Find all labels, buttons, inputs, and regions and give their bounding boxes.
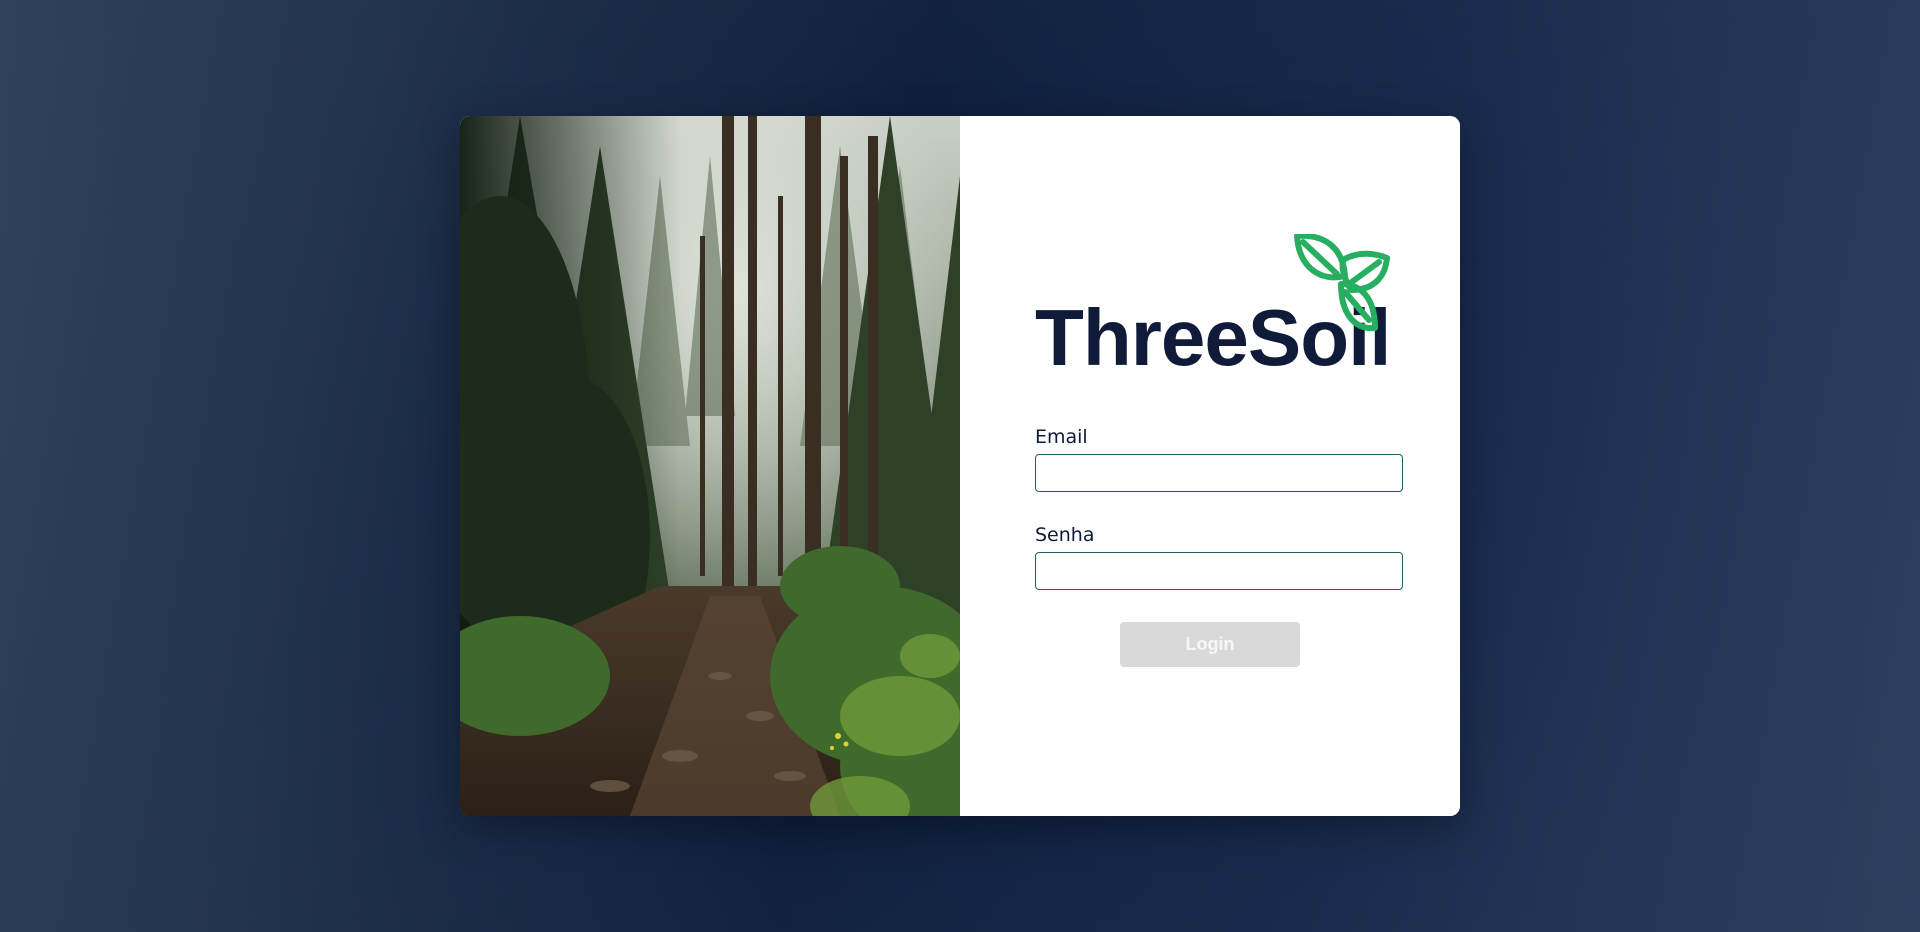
three-leaves-logo-icon (1294, 234, 1390, 332)
password-field[interactable] (1035, 552, 1403, 590)
login-form-panel: ThreeSoil Email Senha Login (960, 116, 1460, 816)
email-field[interactable] (1035, 454, 1403, 492)
password-label: Senha (1035, 524, 1095, 546)
login-button[interactable]: Login (1120, 622, 1300, 667)
login-card: ThreeSoil Email Senha Login (460, 116, 1460, 816)
brand-logo: ThreeSoil (1035, 234, 1395, 378)
forest-path-photo (460, 116, 960, 816)
email-label: Email (1035, 426, 1088, 448)
